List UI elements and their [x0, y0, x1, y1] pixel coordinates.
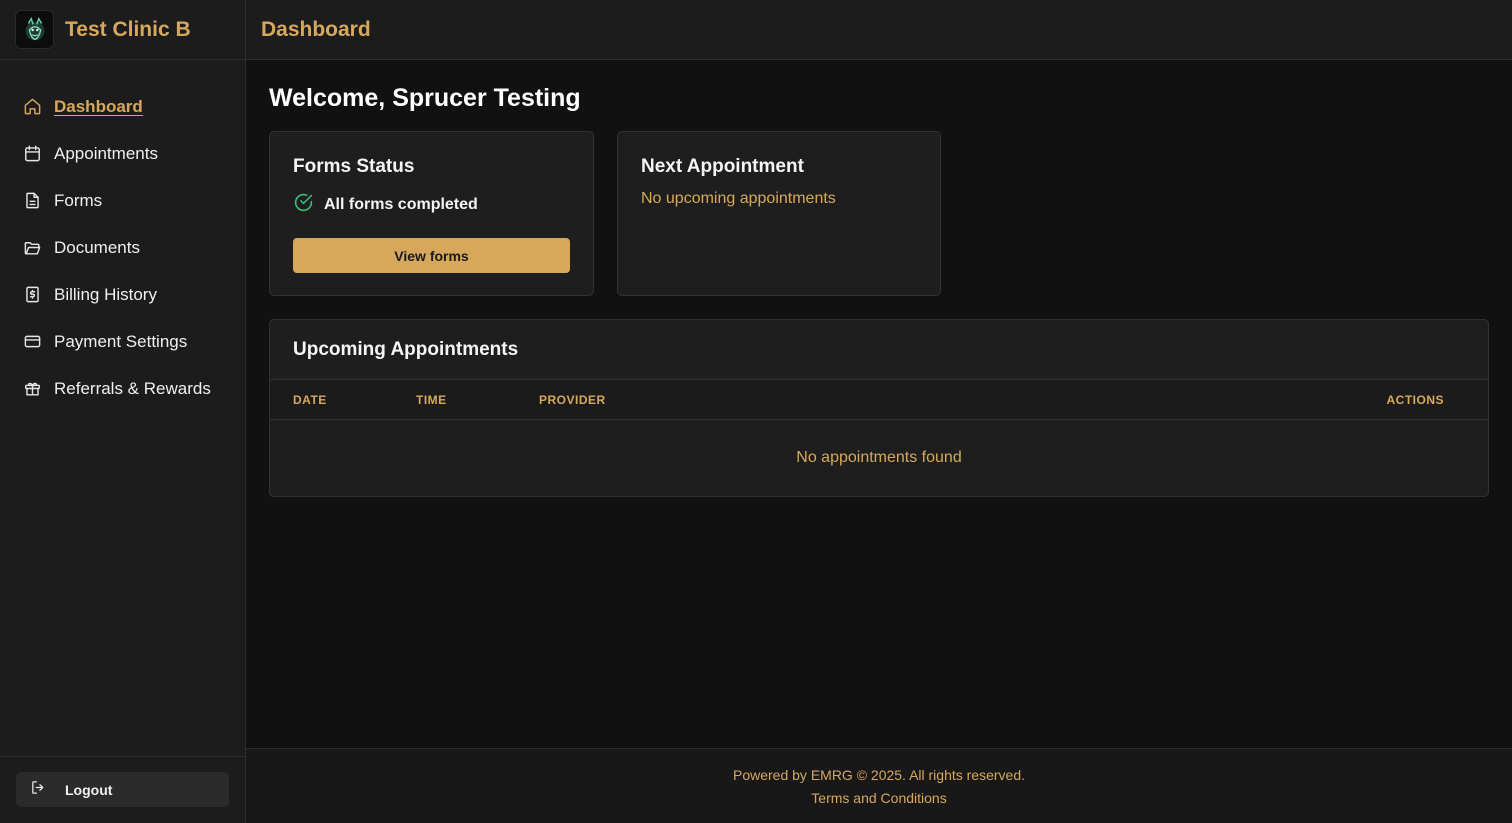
- table-header: DATE TIME PROVIDER ACTIONS: [270, 380, 1488, 420]
- top-bar: Dashboard: [246, 0, 1512, 60]
- table-empty-state: No appointments found: [796, 449, 962, 466]
- sidebar-item-label: Appointments: [54, 143, 158, 163]
- sidebar-item-documents[interactable]: Documents: [0, 224, 245, 271]
- sidebar-item-label: Dashboard: [54, 96, 143, 116]
- forms-status-card: Forms Status All forms completed View fo…: [269, 131, 594, 296]
- clinic-name: Test Clinic B: [65, 17, 191, 41]
- upcoming-appointments-header: Upcoming Appointments: [270, 320, 1488, 380]
- credit-card-icon: [23, 332, 42, 351]
- sidebar-item-label: Payment Settings: [54, 331, 188, 351]
- sidebar-nav: Dashboard Appointments Forms Documents B…: [0, 60, 245, 412]
- sidebar-item-referrals-rewards[interactable]: Referrals & Rewards: [0, 365, 245, 412]
- forms-status-title: Forms Status: [293, 156, 415, 177]
- check-circle-icon: [293, 192, 314, 218]
- view-forms-button[interactable]: View forms: [293, 238, 570, 273]
- upcoming-appointments-title: Upcoming Appointments: [293, 338, 519, 360]
- terms-link[interactable]: Terms and Conditions: [811, 790, 946, 806]
- logout-button[interactable]: Logout: [16, 772, 229, 807]
- column-header-actions: ACTIONS: [1386, 392, 1444, 407]
- receipt-dollar-icon: [23, 285, 42, 304]
- welcome-heading: Welcome, Sprucer Testing: [269, 84, 581, 112]
- dragon-logo-icon[interactable]: [15, 10, 54, 49]
- next-appointment-title: Next Appointment: [641, 156, 804, 177]
- sidebar-item-forms[interactable]: Forms: [0, 177, 245, 224]
- gift-icon: [23, 379, 42, 398]
- brand: Test Clinic B: [0, 0, 245, 60]
- document-icon: [23, 191, 42, 210]
- logout-icon: [30, 779, 47, 801]
- footer-copyright: Powered by EMRG © 2025. All rights reser…: [733, 767, 1025, 783]
- calendar-icon: [23, 144, 42, 163]
- sidebar-item-label: Billing History: [54, 284, 157, 304]
- sidebar-item-dashboard[interactable]: Dashboard: [0, 83, 245, 130]
- folder-icon: [23, 238, 42, 257]
- home-icon: [23, 97, 42, 116]
- sidebar: Test Clinic B Dashboard Appointments For…: [0, 0, 246, 823]
- column-header-date[interactable]: DATE: [293, 393, 327, 407]
- next-appointment-card: Next Appointment No upcoming appointment…: [617, 131, 941, 296]
- forms-status-text: All forms completed: [324, 196, 478, 213]
- sidebar-item-label: Referrals & Rewards: [54, 378, 211, 398]
- column-header-time[interactable]: TIME: [416, 393, 447, 407]
- sidebar-item-appointments[interactable]: Appointments: [0, 130, 245, 177]
- sidebar-item-payment-settings[interactable]: Payment Settings: [0, 318, 245, 365]
- logout-label: Logout: [65, 781, 113, 798]
- sidebar-item-label: Forms: [54, 190, 103, 210]
- sidebar-footer: Logout: [0, 756, 245, 823]
- column-header-provider[interactable]: PROVIDER: [539, 393, 606, 407]
- forms-status-row: All forms completed: [293, 192, 570, 218]
- page-title: Dashboard: [261, 17, 371, 41]
- next-appointment-empty: No upcoming appointments: [641, 190, 836, 207]
- sidebar-item-label: Documents: [54, 237, 140, 257]
- sidebar-item-billing-history[interactable]: Billing History: [0, 271, 245, 318]
- footer: Powered by EMRG © 2025. All rights reser…: [246, 748, 1512, 823]
- upcoming-appointments-card: Upcoming Appointments DATE TIME PROVIDER…: [269, 319, 1489, 497]
